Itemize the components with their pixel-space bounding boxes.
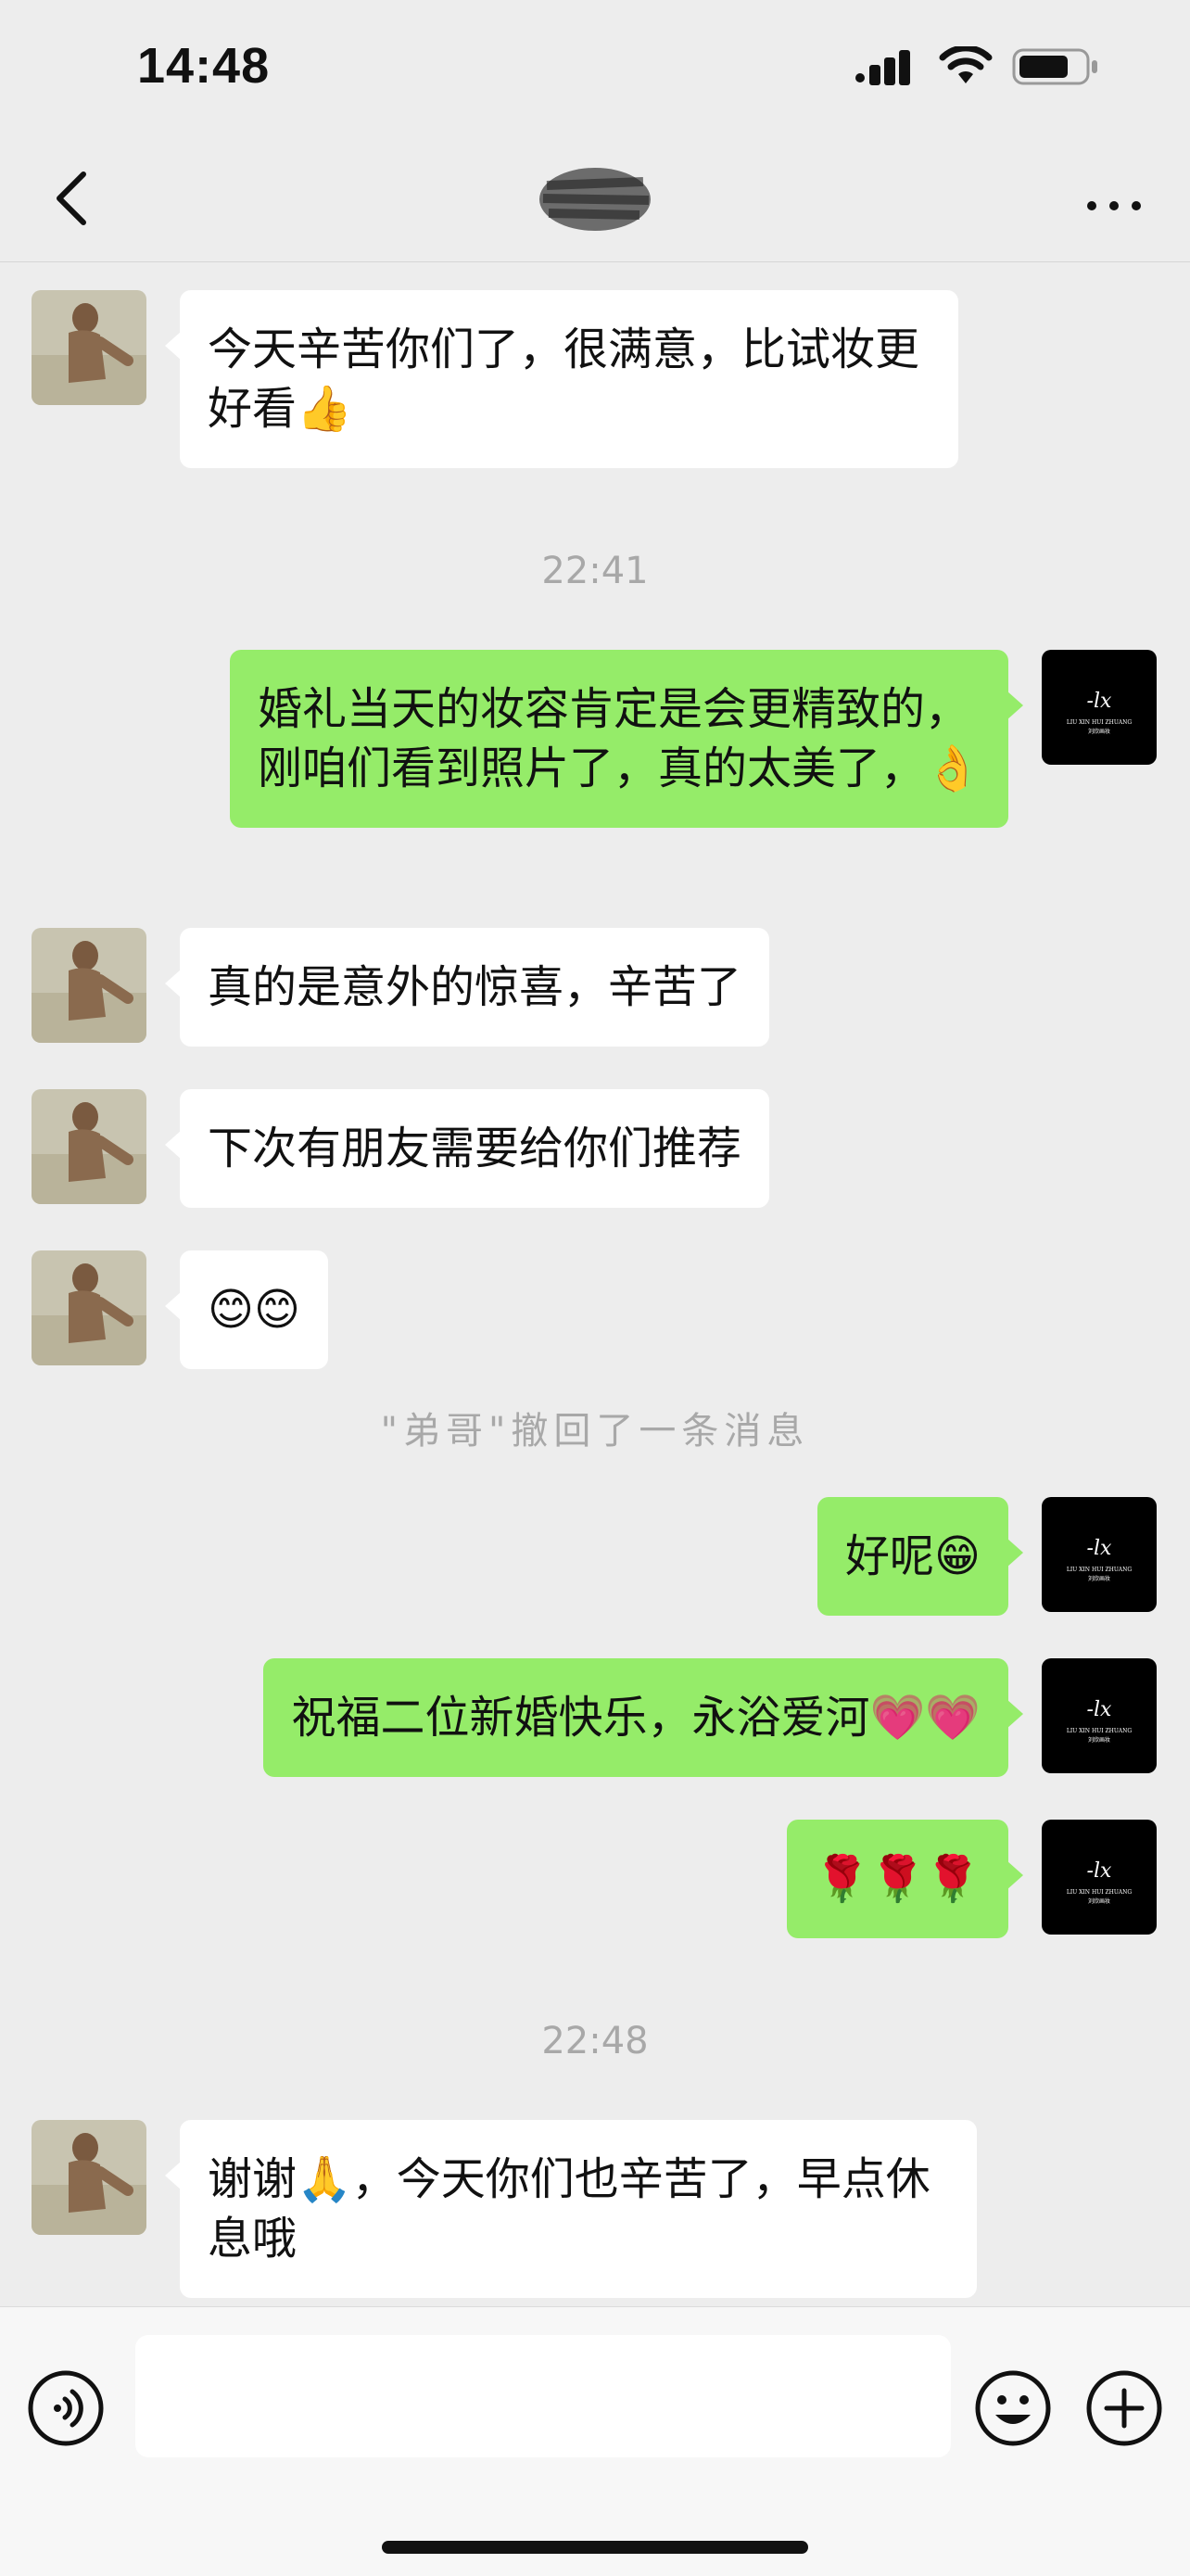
- peer-avatar[interactable]: [32, 1089, 146, 1204]
- message-timestamp: 22:48: [541, 2020, 649, 2062]
- logo-mark: -lx: [1087, 1859, 1112, 1883]
- message-bubble[interactable]: 谢谢🙏，今天你们也辛苦了，早点休息哦: [165, 2120, 977, 2298]
- emoji-icon[interactable]: [973, 2368, 1053, 2448]
- chat-title-redacted: [539, 168, 651, 231]
- voice-input-icon[interactable]: [26, 2368, 106, 2448]
- message-bubble[interactable]: 真的是意外的惊喜，辛苦了: [164, 928, 770, 1047]
- logo-mark: -lx: [1087, 690, 1112, 713]
- peer-avatar[interactable]: [32, 1250, 146, 1365]
- message-bubble[interactable]: 今天辛苦你们了，很满意，比试妆更好看👍: [165, 290, 958, 468]
- peer-avatar[interactable]: [32, 2120, 146, 2235]
- logo-line2: 刘欣画妆: [1088, 1736, 1110, 1744]
- more-options-icon[interactable]: [1075, 167, 1153, 245]
- logo-line1: LIU XIN HUI ZHUANG: [1067, 1889, 1133, 1896]
- logo-line2: 刘欣画妆: [1088, 728, 1110, 735]
- more-functions-plus-icon[interactable]: [1084, 2368, 1164, 2448]
- recall-notice: "弟哥"撤回了一条消息: [380, 1410, 810, 1453]
- logo-mark: -lx: [1087, 1537, 1112, 1560]
- message-timestamp: 22:41: [541, 550, 649, 592]
- logo-mark: -lx: [1087, 1698, 1112, 1721]
- peer-avatar[interactable]: [32, 290, 146, 405]
- peer-avatar[interactable]: [32, 928, 146, 1043]
- message-bubble[interactable]: 婚礼当天的妆容肯定是会更精致的，刚咱们看到照片了，真的太美了，👌: [230, 650, 1023, 828]
- logo-line1: LIU XIN HUI ZHUANG: [1067, 1728, 1133, 1734]
- logo-line1: LIU XIN HUI ZHUANG: [1067, 1567, 1133, 1573]
- message-bubble[interactable]: 😊😊: [164, 1250, 329, 1369]
- status-time: 14:48: [137, 38, 271, 94]
- message-bubble[interactable]: 下次有朋友需要给你们推荐: [164, 1089, 770, 1208]
- message-bubble[interactable]: 好呢😁: [817, 1497, 1024, 1616]
- back-chevron-icon[interactable]: [37, 159, 115, 237]
- self-avatar[interactable]: -lx LIU XIN HUI ZHUANG 刘欣画妆: [1042, 1497, 1157, 1612]
- status-bar: 14:48: [0, 0, 1190, 139]
- message-bubble[interactable]: 祝福二位新婚快乐，永浴爱河💗💗: [263, 1658, 1023, 1777]
- logo-line2: 刘欣画妆: [1088, 1897, 1110, 1905]
- message-input[interactable]: [135, 2335, 951, 2457]
- chat-header: [0, 139, 1190, 262]
- message-list[interactable]: 今天辛苦你们了，很满意，比试妆更好看👍 22:41 -lx LIU XIN HU…: [0, 262, 1190, 2302]
- self-avatar[interactable]: -lx LIU XIN HUI ZHUANG 刘欣画妆: [1042, 650, 1157, 765]
- self-avatar[interactable]: -lx LIU XIN HUI ZHUANG 刘欣画妆: [1042, 1820, 1157, 1935]
- battery-icon: [1012, 48, 1097, 85]
- home-indicator: [382, 2541, 808, 2554]
- chat-input-bar: [0, 2306, 1190, 2576]
- self-avatar[interactable]: -lx LIU XIN HUI ZHUANG 刘欣画妆: [1042, 1658, 1157, 1773]
- message-bubble[interactable]: 🌹🌹🌹: [786, 1820, 1024, 1938]
- wifi-icon: [939, 46, 993, 83]
- cellular-signal-icon: [855, 50, 910, 85]
- logo-line1: LIU XIN HUI ZHUANG: [1067, 719, 1133, 726]
- logo-line2: 刘欣画妆: [1088, 1575, 1110, 1582]
